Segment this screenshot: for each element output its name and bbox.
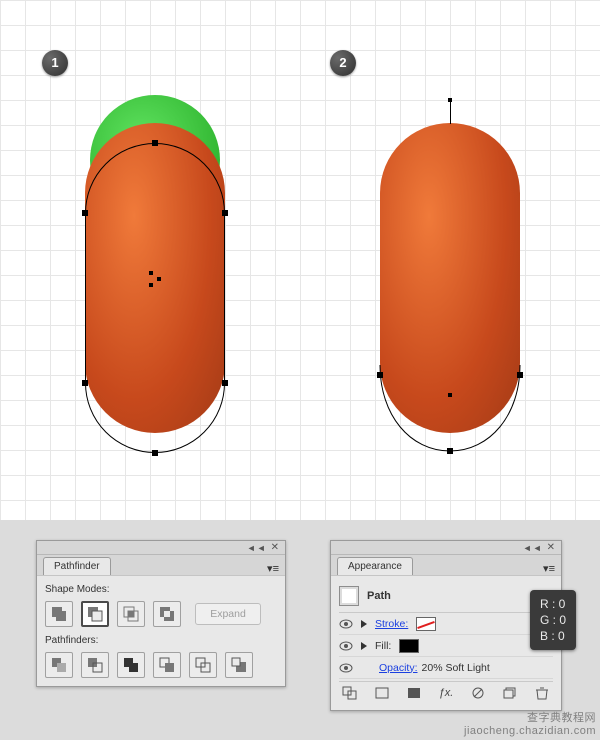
anchor[interactable] <box>517 372 523 378</box>
fill-label: Fill: <box>375 640 391 652</box>
panel-tabbar: Pathfinder ▾≡ <box>37 555 285 575</box>
center-indicator <box>157 277 161 281</box>
handle-end[interactable] <box>448 98 452 102</box>
add-stroke-icon[interactable] <box>373 686 391 700</box>
fill-swatch-black[interactable] <box>399 639 419 653</box>
duplicate-item-icon[interactable] <box>501 686 519 700</box>
shapemode-minus-front[interactable] <box>81 601 109 627</box>
stroke-label[interactable]: Stroke: <box>375 618 408 630</box>
stroke-swatch-none[interactable] <box>416 617 436 631</box>
pathfinders-label: Pathfinders: <box>45 635 277 646</box>
shape-modes-row: Expand <box>45 601 277 627</box>
pathfinder-minus-back[interactable] <box>225 652 253 678</box>
pathfinder-trim[interactable] <box>81 652 109 678</box>
new-art-mode-icon[interactable] <box>341 686 359 700</box>
step-badge-2: 2 <box>330 50 356 76</box>
panel-menu-icon[interactable]: ▾≡ <box>537 562 561 575</box>
anchor[interactable] <box>82 380 88 386</box>
shapemode-unite[interactable] <box>45 601 73 627</box>
target-name: Path <box>367 590 391 602</box>
add-fill-icon[interactable] <box>405 686 423 700</box>
rgb-r: R : 0 <box>540 596 566 612</box>
shape-group-2[interactable] <box>380 95 540 435</box>
anchor[interactable] <box>152 140 158 146</box>
appearance-panel[interactable]: ◄◄ ✕ Appearance ▾≡ Path Stroke: <box>330 540 562 711</box>
target-thumbnail <box>339 586 359 606</box>
anchor[interactable] <box>377 372 383 378</box>
pathfinders-row <box>45 652 277 678</box>
shapemode-exclude[interactable] <box>153 601 181 627</box>
pathfinder-crop[interactable] <box>153 652 181 678</box>
pathfinder-body: Shape Modes: Expand Pathfinders: <box>37 575 285 686</box>
direction-handle[interactable] <box>450 100 451 124</box>
tab-appearance[interactable]: Appearance <box>337 557 413 575</box>
shapemode-intersect[interactable] <box>117 601 145 627</box>
center-indicator <box>448 393 452 397</box>
appearance-body: Path Stroke: Fill: <box>331 575 561 710</box>
step-badge-1: 1 <box>42 50 68 76</box>
disclosure-triangle-icon[interactable] <box>361 642 367 650</box>
artboard-canvas[interactable]: 1 2 <box>0 0 600 520</box>
selection-outline-2 <box>380 365 520 455</box>
visibility-toggle-icon[interactable] <box>339 639 353 653</box>
anchor[interactable] <box>222 380 228 386</box>
panel-collapse-icon[interactable]: ◄◄ <box>247 543 267 553</box>
rgb-readout-tooltip: R : 0 G : 0 B : 0 <box>530 590 576 650</box>
panel-topbar[interactable]: ◄◄ ✕ <box>331 541 561 555</box>
panel-close-icon[interactable]: ✕ <box>271 542 279 553</box>
selection-outline-1 <box>85 143 225 453</box>
anchor[interactable] <box>152 450 158 456</box>
visibility-toggle-icon[interactable] <box>339 617 353 631</box>
panel-strip: ◄◄ ✕ Pathfinder ▾≡ Shape Modes: <box>0 520 600 740</box>
visibility-toggle-icon[interactable] <box>339 661 353 675</box>
appearance-row-stroke[interactable]: Stroke: <box>339 613 553 635</box>
panel-close-icon[interactable]: ✕ <box>547 542 555 553</box>
add-effect-icon[interactable]: ƒx. <box>437 686 455 700</box>
center-indicator <box>149 283 153 287</box>
expand-button[interactable]: Expand <box>195 603 261 625</box>
pathfinder-panel[interactable]: ◄◄ ✕ Pathfinder ▾≡ Shape Modes: <box>36 540 286 687</box>
shape-group-1[interactable] <box>85 95 245 435</box>
shape-modes-label: Shape Modes: <box>45 584 277 595</box>
panel-collapse-icon[interactable]: ◄◄ <box>523 543 543 553</box>
anchor[interactable] <box>222 210 228 216</box>
delete-item-icon[interactable] <box>533 686 551 700</box>
appearance-row-fill[interactable]: Fill: <box>339 635 553 657</box>
clear-appearance-icon[interactable] <box>469 686 487 700</box>
appearance-row-opacity[interactable]: Opacity: 20% Soft Light <box>339 657 553 679</box>
pathfinder-outline[interactable] <box>189 652 217 678</box>
panel-topbar[interactable]: ◄◄ ✕ <box>37 541 285 555</box>
anchor[interactable] <box>82 210 88 216</box>
opacity-cell[interactable]: Opacity: 20% Soft Light <box>379 662 490 674</box>
panel-menu-icon[interactable]: ▾≡ <box>261 562 285 575</box>
tab-pathfinder[interactable]: Pathfinder <box>43 557 111 575</box>
pathfinder-merge[interactable] <box>117 652 145 678</box>
opacity-value: 20% Soft Light <box>422 662 490 674</box>
rgb-g: G : 0 <box>540 612 566 628</box>
appearance-target-row: Path <box>339 582 553 613</box>
center-indicator <box>149 271 153 275</box>
panel-tabbar: Appearance ▾≡ <box>331 555 561 575</box>
anchor[interactable] <box>447 448 453 454</box>
appearance-footer: ƒx. <box>339 681 553 702</box>
disclosure-triangle-icon[interactable] <box>361 620 367 628</box>
opacity-label[interactable]: Opacity: <box>379 662 418 674</box>
rgb-b: B : 0 <box>540 628 566 644</box>
pathfinder-divide[interactable] <box>45 652 73 678</box>
